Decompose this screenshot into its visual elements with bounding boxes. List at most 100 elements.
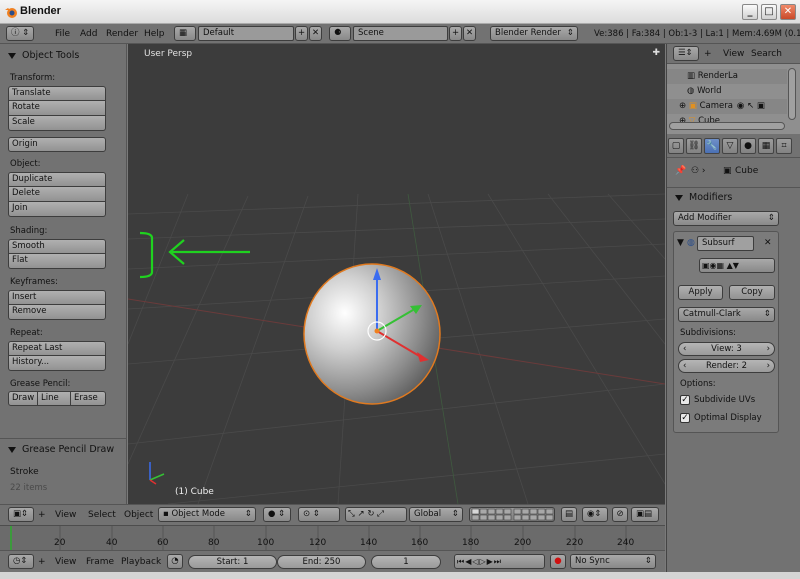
view3d-editor-type[interactable]: ▣⇕ [8, 507, 34, 522]
viewport-shading-dropdown[interactable]: ● ⇕ [263, 507, 291, 522]
flat-button[interactable]: Flat [8, 254, 106, 269]
menu-view[interactable]: View [55, 508, 76, 522]
remove-layout-button[interactable]: ✕ [309, 26, 322, 41]
grease-pencil-draw-panel-header[interactable]: Grease Pencil Draw [0, 440, 127, 460]
physics-tab-icon[interactable]: ⌗ [776, 138, 792, 154]
remove-modifier-icon[interactable]: ✕ [764, 236, 772, 250]
object-tools-panel-header[interactable]: Object Tools [0, 46, 127, 66]
current-frame-field[interactable]: 1 [371, 555, 441, 569]
grease-draw-button[interactable]: Draw [8, 391, 38, 406]
object-tab-icon[interactable]: ▢ [668, 138, 684, 154]
material-tab-icon[interactable]: ● [740, 138, 756, 154]
pivot-dropdown[interactable]: ⊙ ⇕ [298, 507, 340, 522]
constraints-tab-icon[interactable]: ⛓ [686, 138, 702, 154]
subdivide-uvs-checkbox[interactable]: ✓ [680, 395, 690, 405]
modifiers-tab-icon[interactable]: 🔧 [704, 138, 720, 154]
playback-controls[interactable]: ⏮◀◁▷▶⏭ [454, 554, 545, 569]
outliner-row[interactable]: ▥ RenderLa [667, 69, 787, 84]
start-frame-field[interactable]: Start: 1 [188, 555, 277, 569]
timeline[interactable]: 20 40 60 80 100 120 140 160 180 200 220 … [0, 525, 665, 551]
menu-render[interactable]: Render [106, 27, 138, 41]
subdivision-algorithm-dropdown[interactable]: Catmull-Clark ⇕ [678, 307, 775, 322]
copy-button[interactable]: Copy [729, 285, 775, 300]
editor-type-button[interactable]: ⓘ ⇕ [6, 26, 34, 41]
insert-keyframe-button[interactable]: Insert [8, 290, 106, 305]
data-tab-icon[interactable]: ▽ [722, 138, 738, 154]
delete-button[interactable]: Delete [8, 187, 106, 202]
menu-file[interactable]: File [55, 27, 70, 41]
grease-line-button[interactable]: Line [38, 391, 71, 406]
grease-erase-button[interactable]: Erase [71, 391, 106, 406]
collapse-plus-icon[interactable]: + [38, 555, 46, 569]
proportional-edit-dropdown[interactable]: ◉⇕ [582, 507, 608, 522]
view-levels-field[interactable]: ‹ View: 3 › [678, 342, 775, 356]
record-button[interactable]: ● [550, 554, 566, 569]
scale-button[interactable]: Scale [8, 116, 106, 131]
timeline-menu-frame[interactable]: Frame [86, 555, 114, 569]
decrement-arrow-icon[interactable]: ‹ [683, 343, 686, 355]
outliner-horizontal-scrollbar[interactable] [669, 122, 785, 130]
layer-buttons[interactable] [469, 507, 555, 522]
screen-layout-selector[interactable]: ▦ [174, 26, 196, 41]
collapse-plus-icon[interactable]: + [38, 508, 46, 522]
transform-manipulator[interactable] [328, 254, 448, 374]
collapse-plus-icon[interactable]: + [704, 47, 712, 61]
pin-icon[interactable]: 📌 [675, 164, 686, 178]
timeline-menu-playback[interactable]: Playback [121, 555, 161, 569]
minimize-button[interactable]: _ [742, 4, 758, 20]
duplicate-button[interactable]: Duplicate [8, 172, 106, 187]
close-button[interactable]: ✕ [780, 4, 796, 20]
increment-arrow-icon[interactable]: › [767, 343, 770, 355]
lock-camera-button[interactable]: ▤ [561, 507, 577, 522]
render-levels-field[interactable]: ‹ Render: 2 › [678, 359, 775, 373]
remove-scene-button[interactable]: ✕ [463, 26, 476, 41]
scene-field[interactable]: Scene [353, 26, 448, 41]
mode-dropdown[interactable]: ▪ Object Mode ⇕ [158, 507, 256, 522]
sync-dropdown[interactable]: No Sync ⇕ [570, 554, 656, 569]
decrement-arrow-icon[interactable]: ‹ [683, 360, 686, 372]
texture-tab-icon[interactable]: ▦ [758, 138, 774, 154]
timeline-editor-type[interactable]: ◷⇕ [8, 554, 34, 569]
modifiers-panel-header[interactable]: Modifiers [667, 188, 797, 208]
smooth-button[interactable]: Smooth [8, 239, 106, 254]
viewport-plus-icon[interactable]: ✚ [652, 48, 660, 58]
outliner-editor-type[interactable]: ☰⇕ [673, 46, 699, 61]
modifier-display-toggles[interactable]: ▣◉▦ ▲▼ [699, 258, 775, 273]
optimal-display-checkbox[interactable]: ✓ [680, 413, 690, 423]
maximize-button[interactable]: □ [761, 4, 777, 20]
remove-keyframe-button[interactable]: Remove [8, 305, 106, 320]
snap-toggle[interactable]: ⊘ [612, 507, 628, 522]
timeline-menu-view[interactable]: View [55, 555, 76, 569]
scene-selector[interactable]: ⚈ [329, 26, 351, 41]
repeat-last-button[interactable]: Repeat Last [8, 341, 106, 356]
rotate-button[interactable]: Rotate [8, 101, 106, 116]
outliner-menu-view[interactable]: View [723, 47, 744, 61]
origin-button[interactable]: Origin [8, 137, 106, 152]
menu-help[interactable]: Help [144, 27, 165, 41]
join-button[interactable]: Join [8, 202, 106, 217]
add-scene-button[interactable]: + [449, 26, 462, 41]
visibility-icons[interactable]: ◉ ↖ ▣ [737, 101, 765, 111]
expand-modifier-icon[interactable]: ▼ [677, 236, 684, 250]
add-modifier-dropdown[interactable]: Add Modifier ⇕ [673, 211, 779, 226]
menu-object[interactable]: Object [124, 508, 153, 522]
translate-button[interactable]: Translate [8, 86, 106, 101]
render-preview-button[interactable]: ▣▤ [631, 507, 659, 522]
outliner-row[interactable]: ◍ World [667, 84, 787, 99]
history-button[interactable]: History... [8, 356, 106, 371]
apply-button[interactable]: Apply [678, 285, 723, 300]
orientation-dropdown[interactable]: Global ⇕ [409, 507, 463, 522]
modifier-name-field[interactable]: Subsurf [697, 236, 754, 251]
manipulator-buttons[interactable]: ⤡ ↗ ↻ ⤢ [345, 507, 407, 522]
end-frame-field[interactable]: End: 250 [277, 555, 366, 569]
add-layout-button[interactable]: + [295, 26, 308, 41]
outliner-menu-search[interactable]: Search [751, 47, 782, 61]
preview-range-toggle[interactable]: ◔ [167, 554, 183, 569]
screen-layout-field[interactable]: Default [198, 26, 294, 41]
menu-select[interactable]: Select [88, 508, 116, 522]
outliner-row[interactable]: ⊕ ▣ Camera ◉ ↖ ▣ [667, 99, 787, 114]
render-engine-dropdown[interactable]: Blender Render ⇕ [490, 26, 578, 41]
3d-viewport[interactable]: User Persp ✚ (1) Cube [128, 44, 665, 504]
menu-add[interactable]: Add [80, 27, 97, 41]
outliner-vertical-scrollbar[interactable] [788, 68, 796, 120]
